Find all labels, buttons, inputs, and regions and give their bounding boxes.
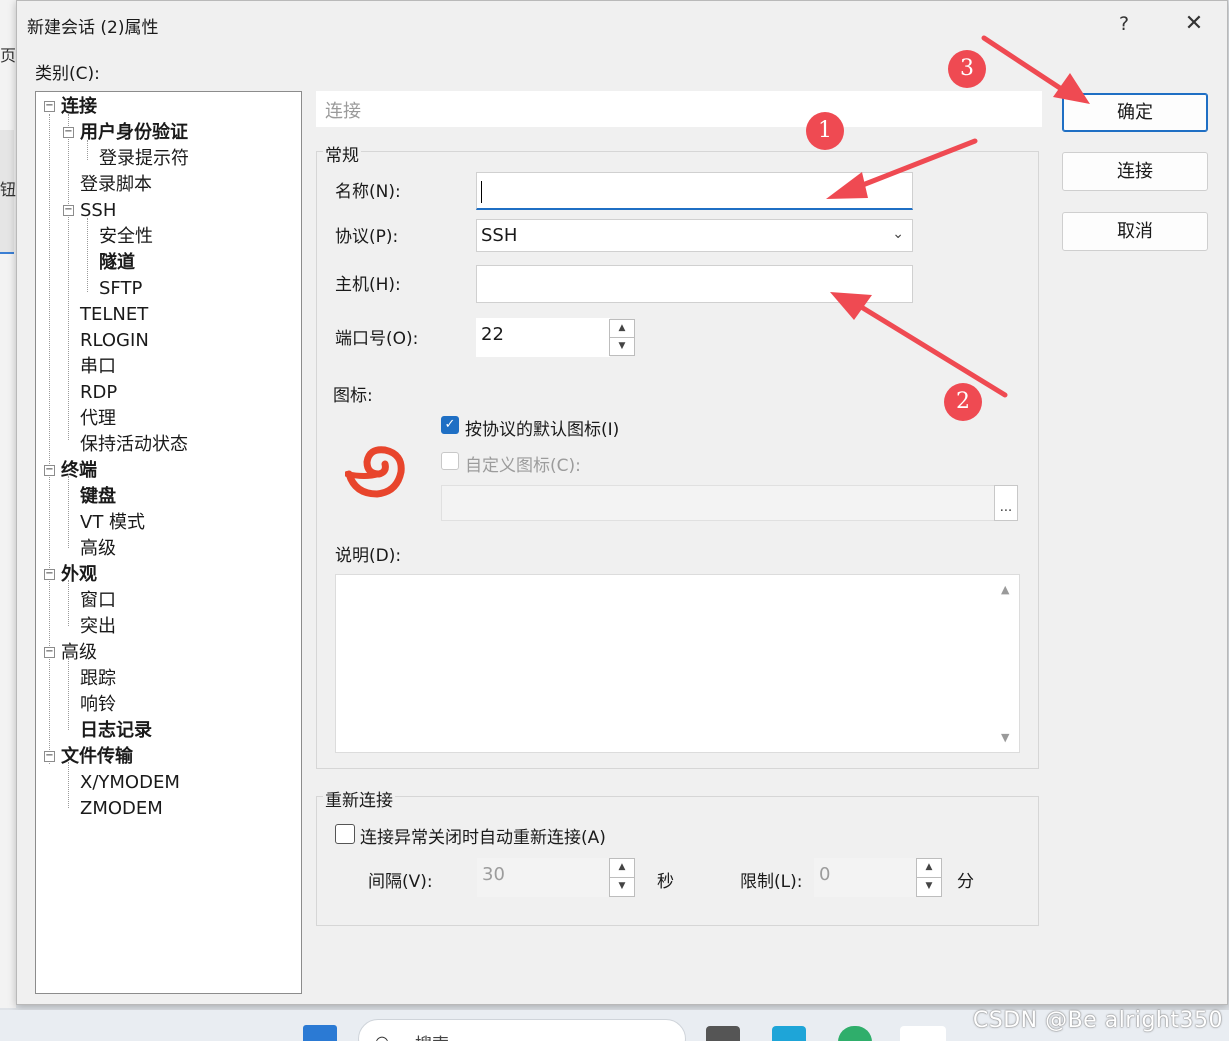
- arrow-to-ok: [981, 35, 1090, 104]
- annotation-badge-1: 1: [806, 112, 844, 150]
- windows-start-icon[interactable]: [303, 1025, 337, 1041]
- taskbar-app-icon[interactable]: [772, 1026, 806, 1041]
- taskbar-search[interactable]: ○ 搜索: [358, 1019, 686, 1041]
- search-placeholder: 搜索: [415, 1030, 449, 1041]
- arrow-to-host: [830, 292, 1008, 398]
- annotation-badge-3: 3: [948, 50, 986, 88]
- watermark: CSDN @Be alright350: [972, 1008, 1223, 1033]
- arrow-to-name: [826, 138, 978, 199]
- taskbar-app-icon[interactable]: [706, 1026, 740, 1041]
- search-icon: ○: [375, 1032, 389, 1041]
- annotation-badge-2: 2: [944, 383, 982, 421]
- taskbar-app-icon[interactable]: [900, 1026, 946, 1041]
- annotation-arrows: [826, 35, 1090, 398]
- edge-icon[interactable]: [838, 1026, 872, 1041]
